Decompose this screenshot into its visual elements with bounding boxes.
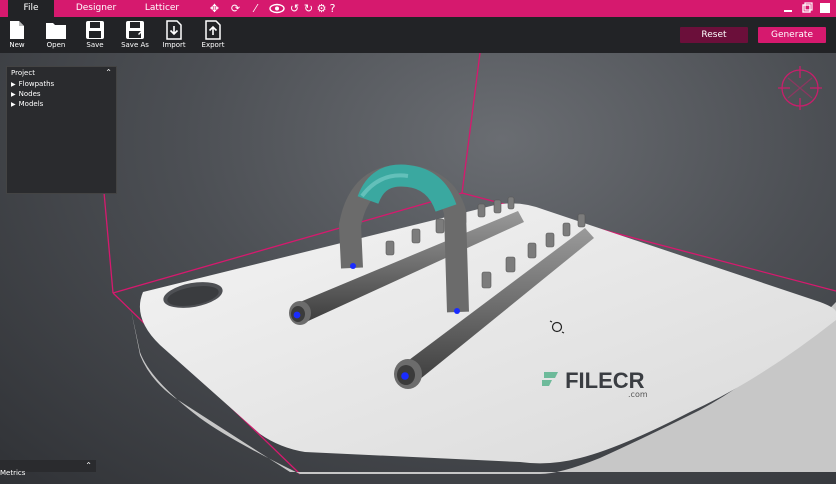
expand-arrow-icon[interactable]: ▶: [11, 101, 16, 108]
save-as-button[interactable]: Save As: [118, 17, 152, 53]
new-button[interactable]: New: [4, 17, 30, 53]
export-icon: [205, 20, 221, 40]
export-button[interactable]: Export: [198, 17, 228, 53]
scene-render: [97, 53, 836, 475]
export-label: Export: [201, 41, 225, 49]
tree-item-flowpaths[interactable]: ▶ Flowpaths: [7, 79, 116, 89]
watermark: FILECR .com: [540, 368, 648, 399]
redo-icon[interactable]: ↻: [302, 2, 315, 15]
new-label: New: [9, 41, 25, 49]
view-gizmo-icon: [778, 66, 822, 110]
expand-arrow-icon[interactable]: ▶: [11, 81, 16, 88]
floppy-icon: [86, 21, 104, 39]
watermark-logo-icon: [540, 370, 560, 392]
open-label: Open: [46, 41, 66, 49]
menu-bar: File Designer Latticer ✥ ⟳ ⁄ ↺ ↻ ⚙ ?: [0, 0, 836, 17]
floppy-pencil-icon: [126, 21, 144, 39]
save-as-label: Save As: [121, 41, 149, 49]
tab-designer[interactable]: Designer: [70, 0, 122, 17]
metrics-title: Metrics: [0, 469, 26, 477]
minimize-icon[interactable]: [782, 2, 794, 14]
move-icon[interactable]: ✥: [208, 2, 221, 15]
undo-icon[interactable]: ↺: [288, 2, 301, 15]
restore-icon[interactable]: [801, 2, 813, 14]
toolbar: New Open Save Save As Import Export Rese…: [0, 17, 836, 53]
open-button[interactable]: Open: [42, 17, 70, 53]
wand-icon[interactable]: ⁄: [249, 2, 262, 15]
collapse-icon[interactable]: ⌃: [105, 67, 112, 79]
tab-file[interactable]: File: [8, 0, 54, 17]
rotate-icon[interactable]: ⟳: [229, 2, 242, 15]
save-button[interactable]: Save: [82, 17, 108, 53]
eye-icon[interactable]: [269, 2, 285, 15]
close-icon[interactable]: [819, 2, 831, 14]
project-panel: Project ⌃ ▶ Flowpaths ▶ Nodes ▶ Models: [6, 66, 117, 194]
3d-viewport[interactable]: Project ⌃ ▶ Flowpaths ▶ Nodes ▶ Models FILE…: [0, 53, 836, 484]
folder-icon: [46, 23, 66, 39]
help-icon[interactable]: ?: [326, 2, 339, 15]
project-panel-header[interactable]: Project ⌃: [7, 67, 116, 79]
generate-button[interactable]: Generate: [758, 27, 826, 43]
watermark-suffix: .com: [628, 390, 648, 399]
import-icon: [166, 20, 182, 40]
metrics-panel[interactable]: Metrics ⌃: [0, 460, 96, 477]
expand-arrow-icon[interactable]: ▶: [11, 91, 16, 98]
new-file-icon: [10, 21, 24, 39]
reset-button[interactable]: Reset: [680, 27, 748, 43]
project-title: Project: [11, 69, 35, 77]
save-label: Save: [86, 41, 104, 49]
tab-latticer[interactable]: Latticer: [138, 0, 186, 17]
tree-item-nodes[interactable]: ▶ Nodes: [7, 89, 116, 99]
expand-icon[interactable]: ⌃: [85, 460, 92, 472]
import-button[interactable]: Import: [160, 17, 188, 53]
import-label: Import: [162, 41, 186, 49]
tree-item-models[interactable]: ▶ Models: [7, 99, 116, 109]
